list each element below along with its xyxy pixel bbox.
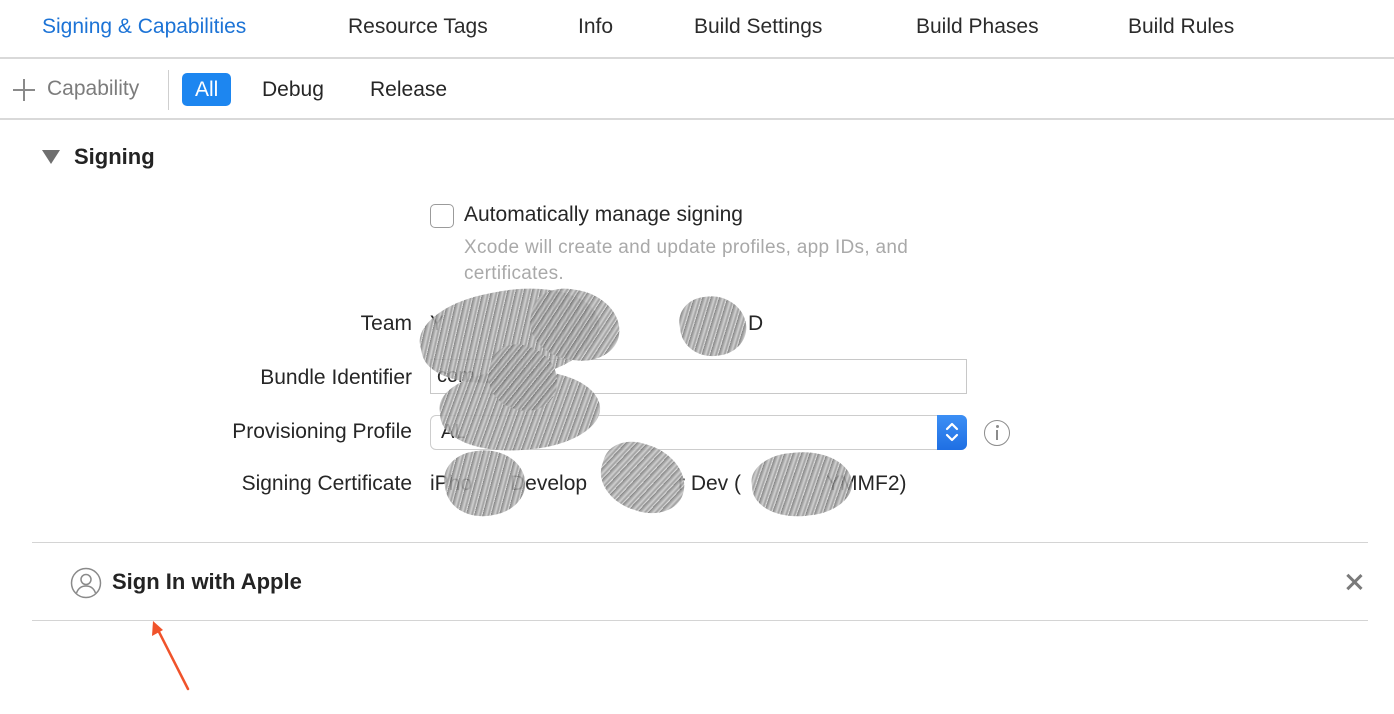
tab-build-settings[interactable]: Build Settings [694,15,822,39]
auto-manage-signing-label[interactable]: Automatically manage signing [464,203,743,227]
bundle-identifier-label: Bundle Identifier [260,366,412,389]
close-icon[interactable] [1344,572,1364,592]
disclosure-triangle-icon[interactable] [42,150,60,164]
redaction-mark [439,443,531,523]
segment-release[interactable]: Release [357,73,460,106]
section-title-signing: Signing [74,144,155,169]
section-divider [32,620,1368,621]
segment-all[interactable]: All [182,73,232,106]
team-label: Team [360,312,412,335]
auto-manage-signing-checkbox[interactable] [430,204,454,228]
capability-title: Sign In with Apple [112,569,302,594]
auto-manage-signing-help: Xcode will create and update profiles, a… [464,237,909,284]
annotation-arrow-icon [152,621,190,691]
redaction-mark [748,446,856,522]
signing-certificate-value-mid2: r Dev ( [678,472,741,495]
signing-certificate-label: Signing Certificate [241,472,412,495]
section-divider [32,542,1368,543]
tab-signing-capabilities[interactable]: Signing & Capabilities [42,15,246,39]
editor-tab-bar: Signing & Capabilities Resource Tags Inf… [0,0,1394,59]
tab-info[interactable]: Info [578,15,613,39]
provisioning-profile-label: Provisioning Profile [232,420,412,443]
add-capability-button[interactable]: Capability [47,77,139,101]
tab-resource-tags[interactable]: Resource Tags [348,15,488,39]
segment-debug[interactable]: Debug [249,73,337,106]
person-circle-icon [70,567,102,599]
popup-chevron-icon[interactable] [937,415,967,450]
tab-build-phases[interactable]: Build Phases [916,15,1039,39]
redaction-mark [676,291,750,361]
tab-build-rules[interactable]: Build Rules [1128,15,1234,39]
team-value-end: D [748,312,764,335]
filter-divider [168,70,169,110]
info-icon[interactable] [984,420,1010,446]
plus-icon[interactable] [13,79,35,101]
